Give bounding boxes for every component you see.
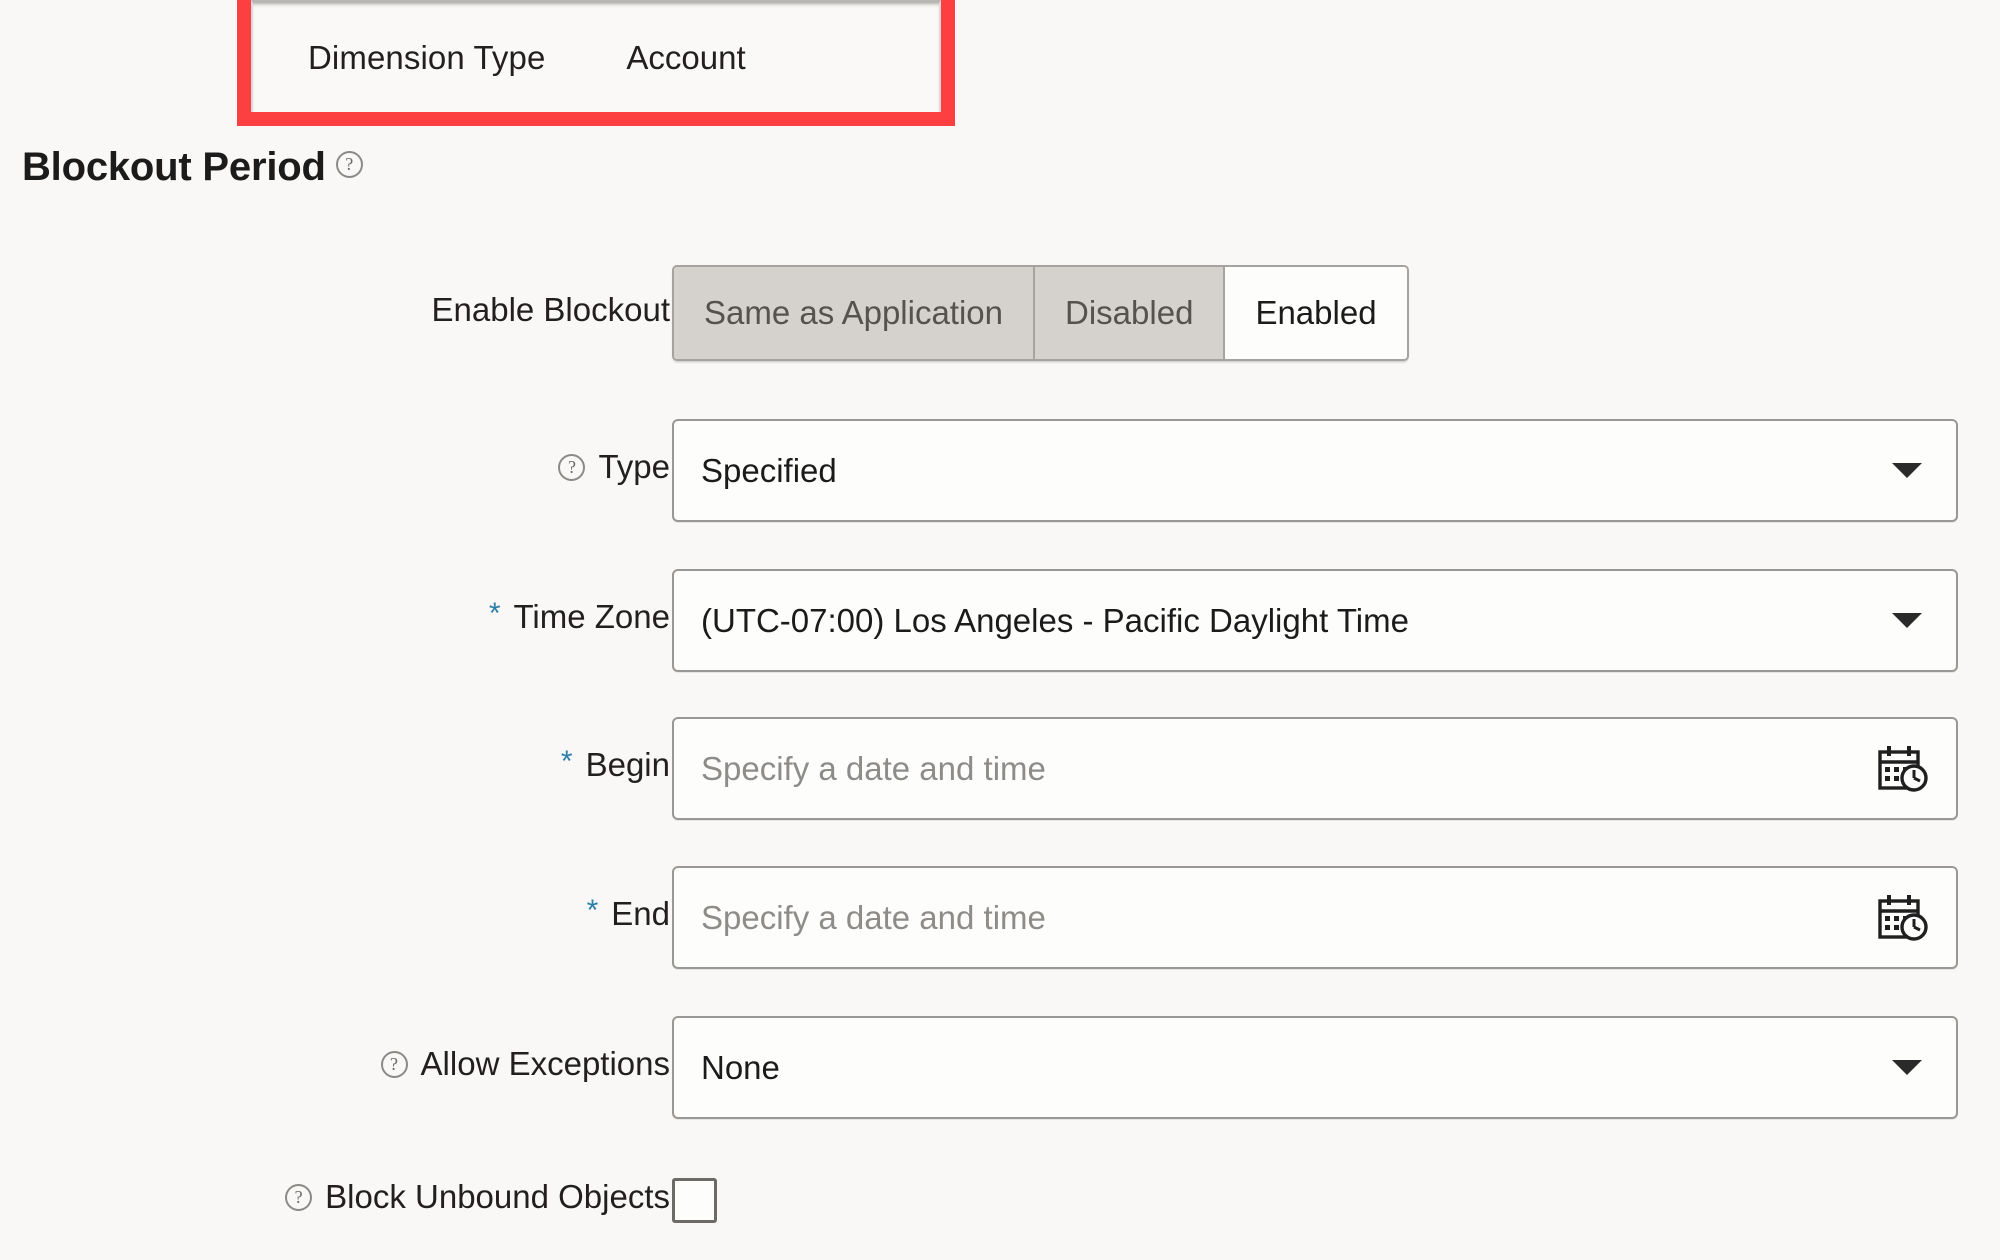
help-circle-icon[interactable]: ? [335,151,363,178]
allow-exceptions-value: None [701,1048,780,1086]
help-circle-icon[interactable]: ? [380,1050,408,1078]
chevron-down-icon[interactable] [1892,613,1922,628]
time-zone-value: (UTC-07:00) Los Angeles - Pacific Daylig… [701,601,1409,639]
calendar-clock-icon[interactable] [1878,745,1930,793]
help-circle-icon[interactable]: ? [558,453,586,481]
required-marker: * [586,894,599,927]
page-title: Blockout Period ? [22,145,363,189]
end-datetime-field[interactable]: Specify a date and time [672,866,1958,969]
red-highlight-box [237,0,955,126]
calendar-clock-icon[interactable] [1878,894,1930,942]
help-circle-icon[interactable]: ? [285,1183,313,1211]
chevron-down-icon[interactable] [1892,463,1922,478]
enable-blockout-option-enabled[interactable]: Enabled [1225,267,1407,359]
begin-datetime-field[interactable]: Specify a date and time [672,717,1958,820]
type-label: ? Type [558,448,670,486]
allow-exceptions-label: ? Allow Exceptions [380,1045,670,1083]
enable-blockout-option-disabled[interactable]: Disabled [1035,267,1226,359]
enable-blockout-option-same-as-application[interactable]: Same as Application [674,267,1036,359]
enable-blockout-label: Enable Blockout [431,291,671,328]
type-value: Specified [701,451,837,489]
allow-exceptions-dropdown[interactable]: None [672,1016,1958,1119]
block-unbound-objects-label: ? Block Unbound Objects [285,1178,670,1216]
type-dropdown[interactable]: Specified [672,419,1958,522]
end-label: * End [586,894,670,932]
time-zone-dropdown[interactable]: (UTC-07:00) Los Angeles - Pacific Daylig… [672,569,1958,672]
section-title: Blockout Period [22,145,326,189]
begin-input-placeholder: Specify a date and time [701,749,1046,787]
end-input-placeholder: Specify a date and time [701,898,1046,936]
chevron-down-icon[interactable] [1892,1060,1922,1075]
required-marker: * [488,597,501,630]
enable-blockout-button-group[interactable]: Same as Application Disabled Enabled [672,265,1409,361]
begin-label: * Begin [560,745,670,783]
block-unbound-objects-checkbox[interactable] [672,1178,717,1223]
required-marker: * [560,745,573,778]
time-zone-label: * Time Zone [488,597,670,635]
